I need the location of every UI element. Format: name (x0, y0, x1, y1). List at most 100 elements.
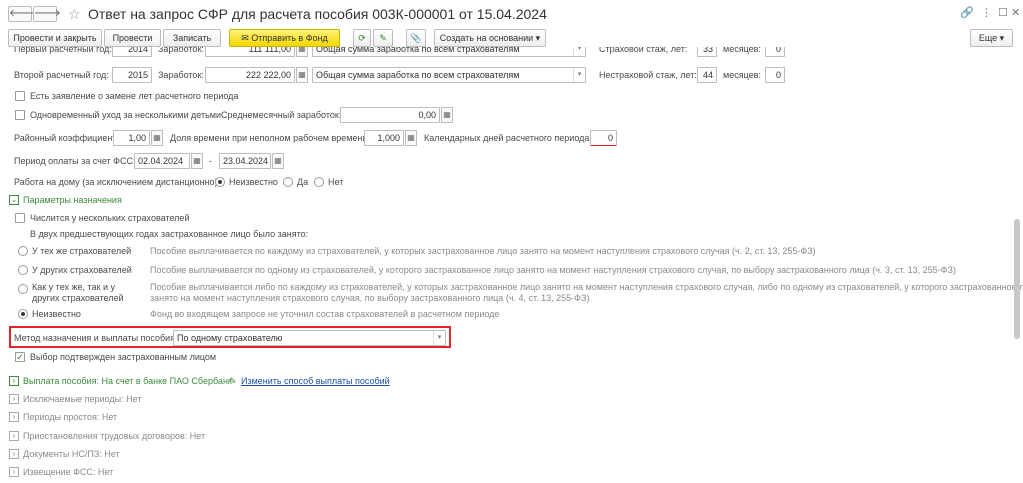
suspension-expand-icon[interactable]: › (9, 431, 19, 441)
unknown-insurers-desc: Фонд во входящем запросе не уточнил сост… (150, 309, 500, 319)
params-title[interactable]: Параметры назначения (23, 194, 122, 206)
close-icon[interactable]: ✕ (1011, 6, 1020, 20)
first-ins-years-input[interactable]: 33 (697, 47, 717, 57)
method-label: Метод назначения и выплаты пособия: (14, 333, 178, 343)
calendar-days-input[interactable]: 0 (590, 130, 617, 146)
calendar-icon[interactable]: ▦ (272, 153, 284, 169)
part-time-input[interactable]: 1,000 (364, 130, 404, 146)
first-type-select[interactable]: Общая сумма заработка по всем страховате… (312, 47, 586, 57)
forward-button[interactable]: 🡒 (33, 6, 61, 22)
payment-expand-icon[interactable]: › (9, 376, 19, 386)
second-months-label: месяцев: (723, 70, 761, 80)
multi-child-checkbox[interactable] (15, 110, 25, 120)
period-from-input[interactable]: 02.04.2024 (134, 153, 190, 169)
period-to-input[interactable]: 23.04.2024 (219, 153, 271, 169)
refresh-icon: ⟳ (358, 33, 366, 43)
replace-statement-label: Есть заявление о замене лет расчетного п… (30, 91, 239, 101)
second-year-input[interactable]: 2015 (112, 67, 152, 83)
attach-button[interactable]: 📎 (406, 29, 426, 47)
several-insurers-checkbox[interactable] (15, 213, 25, 223)
calculator-icon[interactable]: ▦ (296, 47, 308, 57)
payment-period-label: Период оплаты за счет ФСС: (14, 156, 136, 166)
other-insurers-radio[interactable] (18, 265, 28, 275)
back-button[interactable]: 🡐 (8, 6, 36, 22)
row-first-year: Первый расчетный год: 2014 Заработок: 11… (0, 47, 1012, 59)
more-vertical-icon[interactable]: ⋮ (981, 6, 992, 20)
first-year-input[interactable]: 2014 (112, 47, 152, 57)
envelope-icon: ✉ (241, 33, 249, 43)
second-ins-years-input[interactable]: 44 (697, 67, 717, 83)
documents-section[interactable]: Документы НС/ПЗ: Нет (23, 448, 120, 460)
second-earn-input[interactable]: 222 222,00 (205, 67, 295, 83)
check-pencil-icon: ✎ (379, 33, 387, 43)
unknown-insurers-label: Неизвестно (32, 309, 81, 319)
check-edit-button[interactable]: ✎ (373, 29, 393, 47)
district-coef-input[interactable]: 1,00 (113, 130, 150, 146)
more-button[interactable]: Еще ▾ (970, 29, 1013, 47)
post-and-close-button[interactable]: Провести и закрыть (8, 29, 102, 47)
avg-earn-input[interactable]: 0,00 (340, 107, 440, 123)
window-title: Ответ на запрос СФР для расчета пособия … (88, 6, 547, 22)
method-select[interactable]: По одному страхователю ▾ (173, 330, 446, 346)
paperclip-icon: 📎 (410, 33, 422, 43)
first-months-label: месяцев: (723, 47, 761, 54)
documents-expand-icon[interactable]: › (9, 449, 19, 459)
first-earn-label: Заработок: (158, 47, 204, 54)
link-icon[interactable]: 🔗 (960, 6, 974, 20)
excluded-periods-section[interactable]: Исключаемые периоды: Нет (23, 393, 141, 405)
first-earn-input[interactable]: 111 111,00 (205, 47, 295, 57)
title-bar: 🡐 🡒 ☆ Ответ на запрос СФР для расчета по… (0, 0, 1023, 28)
home-no-radio[interactable] (314, 177, 324, 187)
calendar-icon[interactable]: ▦ (191, 153, 203, 169)
calculator-icon[interactable]: ▦ (441, 107, 453, 123)
two-years-label: В двух предшествующих годах застрахованн… (30, 229, 309, 239)
dropdown-arrow-icon: ▾ (999, 33, 1005, 43)
same-insurers-desc: Пособие выплачивается по каждому из стра… (150, 246, 816, 256)
first-months-input[interactable]: 0 (765, 47, 785, 57)
home-unknown-label: Неизвестно (229, 177, 278, 187)
home-yes-radio[interactable] (283, 177, 293, 187)
create-based-button[interactable]: Создать на основании ▾ (434, 29, 546, 47)
both-insurers-desc-2: занято на момент наступления страхового … (150, 293, 590, 303)
second-year-label: Второй расчетный год: (14, 70, 109, 80)
arrow-right-icon: 🡒 (34, 8, 61, 19)
favorite-star-icon[interactable]: ☆ (68, 5, 81, 23)
confirmed-checkbox[interactable]: ✓ (15, 352, 25, 362)
refresh-button[interactable]: ⟳ (353, 29, 371, 47)
calculator-icon[interactable]: ▦ (296, 67, 308, 83)
dropdown-arrow-icon: ▾ (433, 331, 445, 345)
both-insurers-radio[interactable] (18, 284, 28, 294)
calculator-icon[interactable]: ▦ (405, 130, 417, 146)
second-earn-label: Заработок: (158, 70, 204, 80)
home-yes-label: Да (297, 177, 309, 187)
same-insurers-radio[interactable] (18, 246, 28, 256)
maximize-icon[interactable]: ☐ (998, 6, 1008, 20)
home-unknown-radio[interactable] (215, 177, 225, 187)
notice-section[interactable]: Извещение ФСС: Нет (23, 466, 113, 478)
downtime-section[interactable]: Периоды простоя: Нет (23, 411, 117, 423)
home-work-label: Работа на дому (за исключением дистанцио… (14, 177, 221, 187)
second-ins-label: Нестраховой стаж, лет: (599, 70, 697, 80)
second-type-select[interactable]: Общая сумма заработка по всем страховате… (312, 67, 586, 83)
vertical-scrollbar[interactable] (1013, 49, 1021, 481)
excluded-expand-icon[interactable]: › (9, 394, 19, 404)
notice-expand-icon[interactable]: › (9, 467, 19, 477)
change-payment-link[interactable]: Изменить способ выплаты пособий (241, 375, 390, 387)
params-collapse-icon[interactable]: ⌄ (9, 195, 19, 205)
replace-statement-checkbox[interactable] (15, 91, 25, 101)
downtime-expand-icon[interactable]: › (9, 412, 19, 422)
write-button[interactable]: Записать (163, 29, 221, 47)
post-button[interactable]: Провести (104, 29, 161, 47)
first-ins-label: Страховой стаж, лет: (599, 47, 688, 54)
unknown-insurers-radio[interactable] (18, 309, 28, 319)
calculator-icon[interactable]: ▦ (151, 130, 163, 146)
send-to-fund-button[interactable]: ✉ Отправить в Фонд (229, 29, 340, 47)
district-coef-label: Районный коэффициент: (14, 133, 119, 143)
arrow-left-icon: 🡐 (9, 8, 36, 19)
several-insurers-label: Числится у нескольких страхователей (30, 213, 190, 223)
dropdown-arrow-icon: ▾ (535, 33, 541, 43)
suspension-section[interactable]: Приостановления трудовых договоров: Нет (23, 430, 205, 442)
second-months-input[interactable]: 0 (765, 67, 785, 83)
scrollbar-thumb[interactable] (1014, 219, 1020, 339)
confirmed-label: Выбор подтвержден застрахованным лицом (30, 352, 217, 362)
